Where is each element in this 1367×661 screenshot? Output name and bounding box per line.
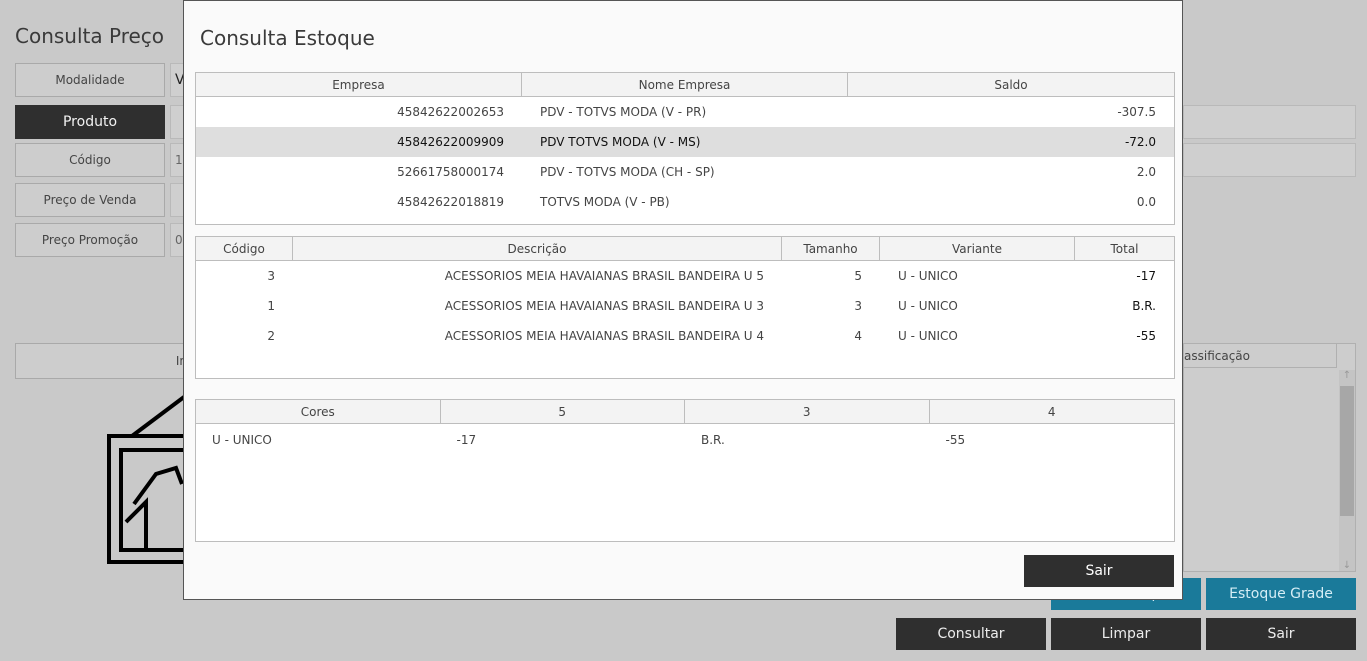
cell-saldo: -307.5 — [1117, 105, 1156, 119]
modalidade-button[interactable]: Modalidade — [15, 63, 165, 97]
column-header-descricao[interactable]: Descrição — [293, 237, 782, 260]
cell-empresa: 45842622018819 — [397, 195, 504, 209]
right-field-produto[interactable] — [1183, 105, 1356, 139]
cell-saldo: 2.0 — [1136, 165, 1156, 179]
preco-promocao-button[interactable]: Preço Promoção — [15, 223, 165, 257]
cell-cor: U - UNICO — [212, 433, 272, 447]
cell-saldo: 0.0 — [1136, 195, 1156, 209]
sair-button[interactable]: Sair — [1206, 618, 1356, 650]
stock-grid-header: Empresa Nome Empresa Saldo — [196, 73, 1174, 97]
stock-grid: Empresa Nome Empresa Saldo 4584262200265… — [195, 72, 1175, 225]
cell-size-4: -55 — [945, 433, 966, 447]
cell-total: -55 — [1136, 329, 1156, 343]
cell-size-5: -17 — [456, 433, 477, 447]
cell-total: B.R. — [1132, 299, 1156, 313]
scroll-thumb[interactable] — [1340, 386, 1354, 516]
codigo-button[interactable]: Código — [15, 143, 165, 177]
column-header-size-4[interactable]: 4 — [930, 400, 1175, 423]
cell-descricao: ACESSORIOS MEIA HAVAIANAS BRASIL BANDEIR… — [444, 299, 764, 313]
cell-nome: PDV - TOTVS MODA (V - PR) — [540, 105, 707, 119]
cell-descricao: ACESSORIOS MEIA HAVAIANAS BRASIL BANDEIR… — [444, 269, 764, 283]
cell-codigo: 3 — [267, 269, 275, 283]
modal-sair-button[interactable]: Sair — [1024, 555, 1174, 587]
product-image-icon — [107, 395, 186, 564]
table-row[interactable]: 2 ACESSORIOS MEIA HAVAIANAS BRASIL BANDE… — [196, 321, 1174, 351]
table-row[interactable]: 3 ACESSORIOS MEIA HAVAIANAS BRASIL BANDE… — [196, 261, 1174, 291]
cell-variante: U - UNICO — [898, 269, 958, 283]
column-header-empresa[interactable]: Empresa — [196, 73, 522, 96]
cell-empresa: 52661758000174 — [397, 165, 504, 179]
cell-descricao: ACESSORIOS MEIA HAVAIANAS BRASIL BANDEIR… — [444, 329, 764, 343]
cell-empresa: 45842622009909 — [397, 135, 504, 149]
table-row[interactable]: 52661758000174 PDV - TOTVS MODA (CH - SP… — [196, 157, 1174, 187]
table-row[interactable]: 45842622002653 PDV - TOTVS MODA (V - PR)… — [196, 97, 1174, 127]
info-bar: In — [15, 343, 190, 379]
table-row[interactable]: 45842622018819 TOTVS MODA (V - PB) 0.0 — [196, 187, 1174, 217]
scroll-up-icon[interactable]: ↑ — [1339, 370, 1355, 381]
consultar-button[interactable]: Consultar — [896, 618, 1046, 650]
preco-venda-button[interactable]: Preço de Venda — [15, 183, 165, 217]
cell-variante: U - UNICO — [898, 299, 958, 313]
table-row-selected[interactable]: 45842622009909 PDV TOTVS MODA (V - MS) -… — [196, 127, 1174, 157]
cell-empresa: 45842622002653 — [397, 105, 504, 119]
column-header-size-3[interactable]: 3 — [685, 400, 930, 423]
column-header-saldo[interactable]: Saldo — [848, 73, 1174, 96]
produto-button[interactable]: Produto — [15, 105, 165, 139]
column-header-nome-empresa[interactable]: Nome Empresa — [522, 73, 848, 96]
column-header-variante[interactable]: Variante — [880, 237, 1075, 260]
cell-nome: TOTVS MODA (V - PB) — [540, 195, 670, 209]
consulta-estoque-modal: Consulta Estoque Empresa Nome Empresa Sa… — [183, 0, 1183, 600]
cell-nome: PDV TOTVS MODA (V - MS) — [540, 135, 701, 149]
column-header-size-5[interactable]: 5 — [441, 400, 685, 423]
color-size-grid: Cores 5 3 4 U - UNICO -17 B.R. -55 — [195, 399, 1175, 542]
column-header-codigo[interactable]: Código — [196, 237, 293, 260]
column-header-total[interactable]: Total — [1075, 237, 1174, 260]
product-grid-header: Código Descrição Tamanho Variante Total — [196, 237, 1174, 261]
right-field-codigo[interactable] — [1183, 143, 1356, 177]
cell-tamanho: 5 — [854, 269, 862, 283]
limpar-button[interactable]: Limpar — [1051, 618, 1201, 650]
modal-title: Consulta Estoque — [200, 26, 375, 50]
classification-list[interactable]: assificação ↑ ↓ — [1183, 343, 1356, 572]
classification-header: assificação — [1184, 344, 1337, 368]
cell-size-3: B.R. — [701, 433, 725, 447]
cell-codigo: 2 — [267, 329, 275, 343]
page-title: Consulta Preço — [15, 24, 165, 48]
cell-total: -17 — [1136, 269, 1156, 283]
cell-tamanho: 3 — [854, 299, 862, 313]
column-header-tamanho[interactable]: Tamanho — [782, 237, 880, 260]
cell-variante: U - UNICO — [898, 329, 958, 343]
cell-nome: PDV - TOTVS MODA (CH - SP) — [540, 165, 715, 179]
cell-codigo: 1 — [267, 299, 275, 313]
estoque-grade-button[interactable]: Estoque Grade — [1206, 578, 1356, 610]
scroll-down-icon[interactable]: ↓ — [1339, 560, 1355, 571]
product-grid: Código Descrição Tamanho Variante Total … — [195, 236, 1175, 379]
color-size-grid-header: Cores 5 3 4 — [196, 400, 1174, 424]
cell-tamanho: 4 — [854, 329, 862, 343]
table-row[interactable]: 1 ACESSORIOS MEIA HAVAIANAS BRASIL BANDE… — [196, 291, 1174, 321]
classification-scrollbar[interactable]: ↑ ↓ — [1339, 370, 1355, 571]
cell-saldo: -72.0 — [1124, 135, 1156, 149]
column-header-cores[interactable]: Cores — [196, 400, 441, 423]
table-row[interactable]: U - UNICO -17 B.R. -55 — [196, 424, 1174, 456]
